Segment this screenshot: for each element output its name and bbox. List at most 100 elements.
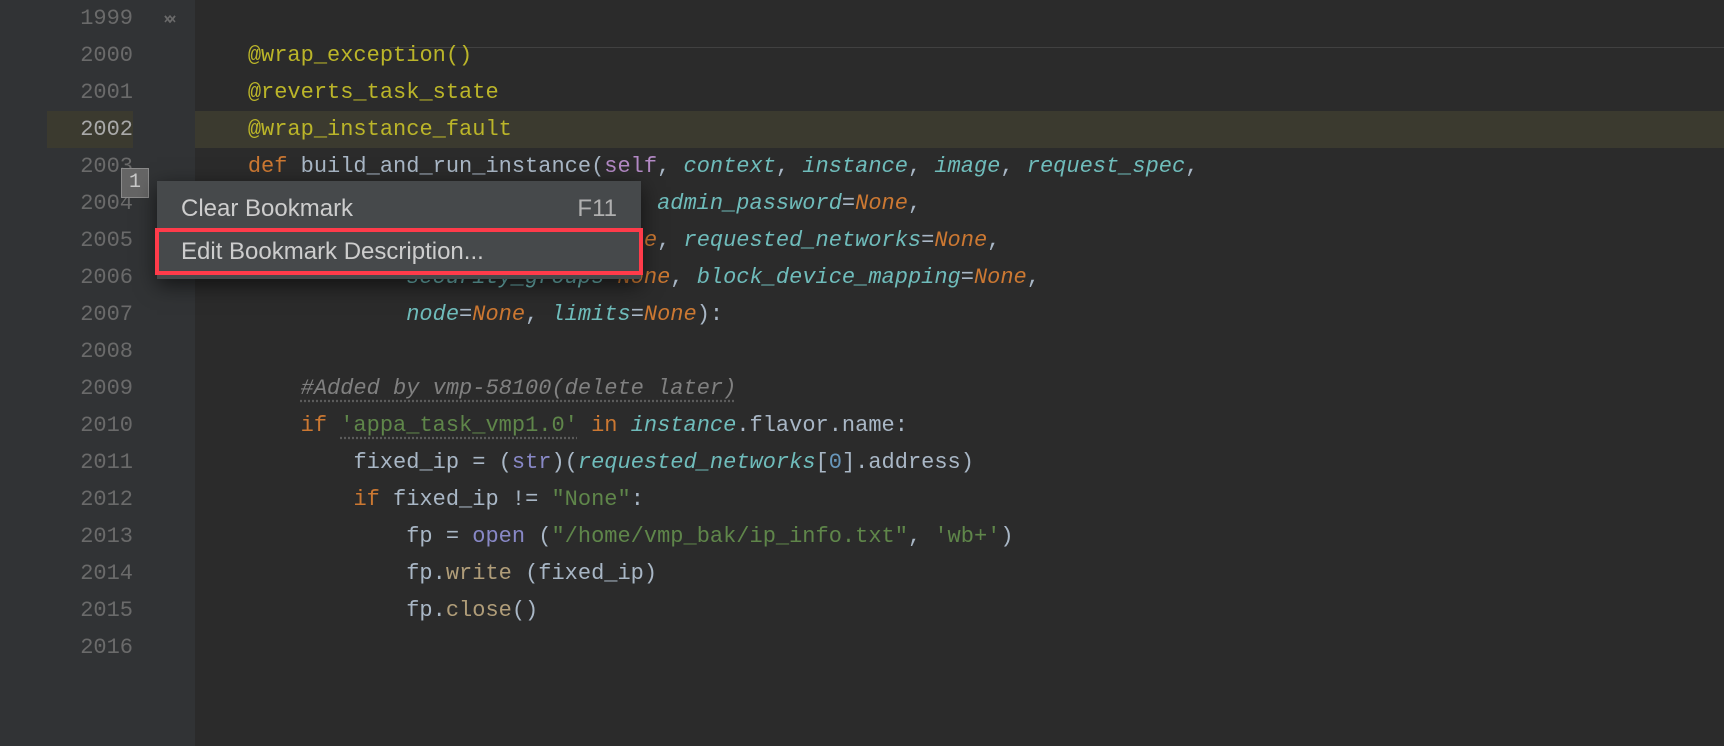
code-token (195, 413, 301, 438)
line-number[interactable]: 2007 (47, 296, 133, 333)
line-number[interactable]: 2015 (47, 592, 133, 629)
code-token: None (472, 302, 525, 327)
code-token: write (446, 561, 525, 586)
fold-gutter-cell (151, 592, 195, 629)
code-token (195, 117, 248, 142)
code-token: , (776, 154, 802, 179)
code-token: : (631, 487, 644, 512)
code-token (195, 561, 406, 586)
fold-gutter-cell (151, 370, 195, 407)
code-token: = (842, 191, 855, 216)
code-token: None (934, 228, 987, 253)
fold-expand-up-icon[interactable] (163, 12, 179, 28)
code-token: , (1000, 154, 1026, 179)
code-token: image (934, 154, 1000, 179)
code-line[interactable]: fp.write (fixed_ip) (195, 555, 1724, 592)
code-token: in (591, 413, 631, 438)
line-number[interactable]: 2010 (47, 407, 133, 444)
code-line[interactable]: @reverts_task_state (195, 74, 1724, 111)
fold-gutter-cell (151, 148, 195, 185)
code-token: () (446, 43, 472, 68)
code-token: @wrap_exception (248, 43, 446, 68)
code-line[interactable]: #Added by vmp-58100(delete later) (195, 370, 1724, 407)
fold-gutter-cell (151, 37, 195, 74)
code-token: , (1185, 154, 1198, 179)
code-token: () (512, 598, 538, 623)
code-line[interactable] (195, 0, 1724, 37)
code-token (195, 450, 353, 475)
code-token: 'wb+' (934, 524, 1000, 549)
line-number[interactable]: 2009 (47, 370, 133, 407)
code-token: != (512, 487, 552, 512)
code-token (195, 43, 248, 68)
code-line[interactable]: fp = open ("/home/vmp_bak/ip_info.txt", … (195, 518, 1724, 555)
code-token: self (604, 154, 657, 179)
code-token: requested_networks (684, 228, 922, 253)
code-line[interactable]: if fixed_ip != "None": (195, 481, 1724, 518)
line-number[interactable]: 2008 (47, 333, 133, 370)
code-token (195, 487, 353, 512)
code-line[interactable]: fixed_ip = (str)(requested_networks[0].a… (195, 444, 1724, 481)
line-number[interactable]: 2011 (47, 444, 133, 481)
code-area[interactable]: @wrap_exception() @reverts_task_state @w… (195, 0, 1724, 746)
line-number[interactable]: 2013 (47, 518, 133, 555)
menu-item-edit-bookmark-description[interactable]: Edit Bookmark Description... (157, 230, 641, 273)
code-token: context (684, 154, 776, 179)
code-line[interactable]: if 'appa_task_vmp1.0' in instance.flavor… (195, 407, 1724, 444)
fold-column[interactable] (151, 0, 195, 746)
code-line[interactable]: fp.close() (195, 592, 1724, 629)
code-token: limits (551, 302, 630, 327)
code-line[interactable] (195, 333, 1724, 370)
code-token: build_and_run_instance (301, 154, 591, 179)
code-token (195, 302, 406, 327)
menu-item-clear-bookmark[interactable]: Clear BookmarkF11 (157, 187, 641, 230)
fold-gutter-cell (151, 629, 195, 666)
code-line[interactable]: def build_and_run_instance(self, context… (195, 148, 1724, 185)
code-token: , (908, 191, 921, 216)
code-token: )( (551, 450, 577, 475)
line-number[interactable]: 2012 (47, 481, 133, 518)
code-token: requested_networks (578, 450, 816, 475)
code-token: open (472, 524, 538, 549)
code-token (578, 413, 591, 438)
line-number[interactable]: 1999 (47, 0, 133, 37)
line-number[interactable]: 2001 (47, 74, 133, 111)
code-line[interactable]: @wrap_instance_fault (195, 111, 1724, 148)
line-number[interactable]: 2005 (47, 222, 133, 259)
fold-gutter-cell (151, 296, 195, 333)
code-line[interactable]: node=None, limits=None): (195, 296, 1724, 333)
code-token: @wrap_instance_fault (248, 117, 512, 142)
line-number[interactable]: 2002 (47, 111, 133, 148)
code-token: admin_password (657, 191, 842, 216)
code-line[interactable]: @wrap_exception() (195, 37, 1724, 74)
code-token: (fixed_ip) (525, 561, 657, 586)
code-token (195, 598, 406, 623)
code-token: [ (816, 450, 829, 475)
code-token: , (670, 265, 696, 290)
line-number[interactable]: 2016 (47, 629, 133, 666)
bookmark-number-badge[interactable]: 1 (121, 168, 149, 198)
fold-gutter-cell (151, 555, 195, 592)
code-token: , (908, 154, 934, 179)
code-token: ) (1000, 524, 1013, 549)
code-token: @reverts_task_state (248, 80, 499, 105)
line-number[interactable]: 2000 (47, 37, 133, 74)
code-token: instance (631, 413, 737, 438)
code-token: ].address) (842, 450, 974, 475)
menu-item-label: Clear Bookmark (181, 187, 353, 230)
code-token: , (657, 228, 683, 253)
code-token: , (525, 302, 551, 327)
line-number-gutter[interactable]: 1999200020012002200320042005200620072008… (47, 0, 151, 746)
code-line[interactable] (195, 629, 1724, 666)
code-token: None (644, 302, 697, 327)
code-token: instance (802, 154, 908, 179)
code-token: , (908, 524, 934, 549)
line-number[interactable]: 2014 (47, 555, 133, 592)
line-number[interactable]: 2006 (47, 259, 133, 296)
code-token (195, 376, 301, 401)
code-token: if (301, 413, 341, 438)
code-token: if (353, 487, 393, 512)
code-token: request_spec (1027, 154, 1185, 179)
fold-gutter-cell (151, 444, 195, 481)
code-token: .flavor.name: (736, 413, 908, 438)
